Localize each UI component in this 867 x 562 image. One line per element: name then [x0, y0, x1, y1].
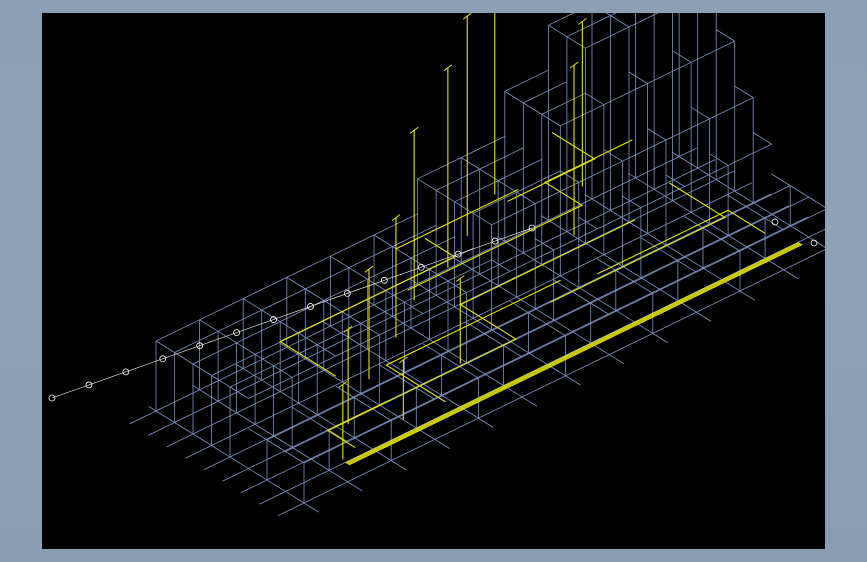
- beam-line: [752, 132, 772, 145]
- grid-line: [166, 170, 734, 448]
- beam-line: [764, 196, 809, 219]
- beam-line: [360, 323, 380, 336]
- beam-line: [243, 277, 287, 299]
- beam-line: [305, 288, 325, 301]
- beam-line: [174, 330, 219, 353]
- beam-line: [454, 201, 474, 214]
- beam-line: [305, 267, 350, 290]
- beam-line: [560, 170, 580, 183]
- beam-line: [217, 309, 262, 332]
- beam-line: [523, 81, 568, 104]
- beam-line: [330, 255, 350, 269]
- beam-line: [628, 71, 648, 84]
- beam-line: [652, 271, 697, 294]
- beam-line: [391, 399, 435, 421]
- pipe-run: [326, 400, 389, 449]
- beam-line: [715, 29, 735, 42]
- beam-line: [435, 168, 480, 191]
- beam-line: [690, 106, 710, 120]
- cad-drawing-viewport[interactable]: [42, 13, 825, 549]
- beam-line: [566, 15, 611, 38]
- structural-grid: [129, 13, 825, 517]
- beam-line: [523, 102, 543, 115]
- beam-line: [672, 50, 692, 63]
- beam-line: [504, 69, 549, 92]
- beam-line: [316, 344, 336, 357]
- beam-line: [590, 281, 635, 304]
- beam-line: [342, 311, 362, 324]
- beam-line: [478, 356, 523, 379]
- beam-line: [279, 321, 299, 334]
- beam-line: [479, 147, 524, 170]
- beam-line: [460, 157, 480, 170]
- beam-line: [254, 353, 274, 367]
- beam-line: [229, 386, 249, 399]
- beam-line: [622, 195, 642, 209]
- beam-line: [565, 314, 610, 337]
- beam-line: [404, 301, 424, 315]
- pipe-run: [507, 132, 596, 202]
- beam-line: [261, 288, 306, 311]
- main-pipe: [347, 243, 802, 465]
- beam-line: [323, 300, 343, 313]
- beam-line: [242, 298, 262, 311]
- beam-line: [479, 168, 499, 181]
- grid-line: [222, 205, 790, 482]
- beam-line: [771, 173, 791, 186]
- beam-line: [155, 340, 175, 353]
- beam-line: [603, 149, 623, 162]
- main-pipe: [348, 244, 803, 466]
- beam-line: [330, 234, 375, 257]
- beam-line: [647, 128, 667, 141]
- beam-line: [578, 217, 598, 230]
- beam-line: [734, 85, 754, 98]
- pipe-network: [279, 13, 803, 466]
- beam-line: [392, 246, 412, 259]
- beam-line: [789, 185, 809, 198]
- isometric-pipe-drawing: [48, 13, 825, 517]
- beam-line: [665, 174, 685, 187]
- beam-line: [472, 212, 492, 226]
- beam-line: [709, 153, 729, 166]
- beam-line: [199, 319, 219, 332]
- beam-line: [516, 191, 536, 204]
- beam-line: [677, 239, 722, 262]
- beam-line: [273, 365, 293, 378]
- beam-line: [417, 157, 462, 180]
- beam-line: [447, 280, 467, 293]
- beam-line: [303, 441, 348, 464]
- beam-line: [808, 196, 825, 208]
- beam-line: [236, 342, 256, 355]
- pipe-run: [407, 139, 633, 291]
- grid-line: [277, 249, 825, 517]
- beam-line: [348, 246, 393, 269]
- beam-line: [211, 375, 231, 388]
- beam-line: [534, 238, 554, 251]
- beam-line: [605, 13, 611, 16]
- beam-line: [491, 259, 511, 272]
- beam-line: [174, 352, 194, 365]
- beam-line: [541, 114, 561, 127]
- beam-line: [739, 229, 784, 252]
- beam-line: [585, 92, 605, 106]
- beam-line: [286, 255, 331, 278]
- beam-line: [385, 290, 405, 303]
- main-pipe: [345, 241, 800, 464]
- beam-line: [155, 319, 200, 342]
- beam-line: [348, 267, 368, 280]
- grid-axis-bubble: [810, 239, 818, 247]
- beam-line: [286, 277, 306, 290]
- beam-line: [435, 189, 455, 203]
- grid-line: [203, 193, 771, 471]
- beam-line: [497, 180, 517, 193]
- beam-line: [199, 298, 244, 321]
- beam-line: [504, 91, 524, 104]
- beam-line: [548, 24, 568, 38]
- beam-line: [373, 234, 393, 247]
- beam-line: [417, 178, 437, 191]
- beam-line: [610, 15, 630, 28]
- beam-line: [298, 332, 318, 345]
- beam-line: [192, 363, 212, 376]
- beam-line: [610, 13, 617, 16]
